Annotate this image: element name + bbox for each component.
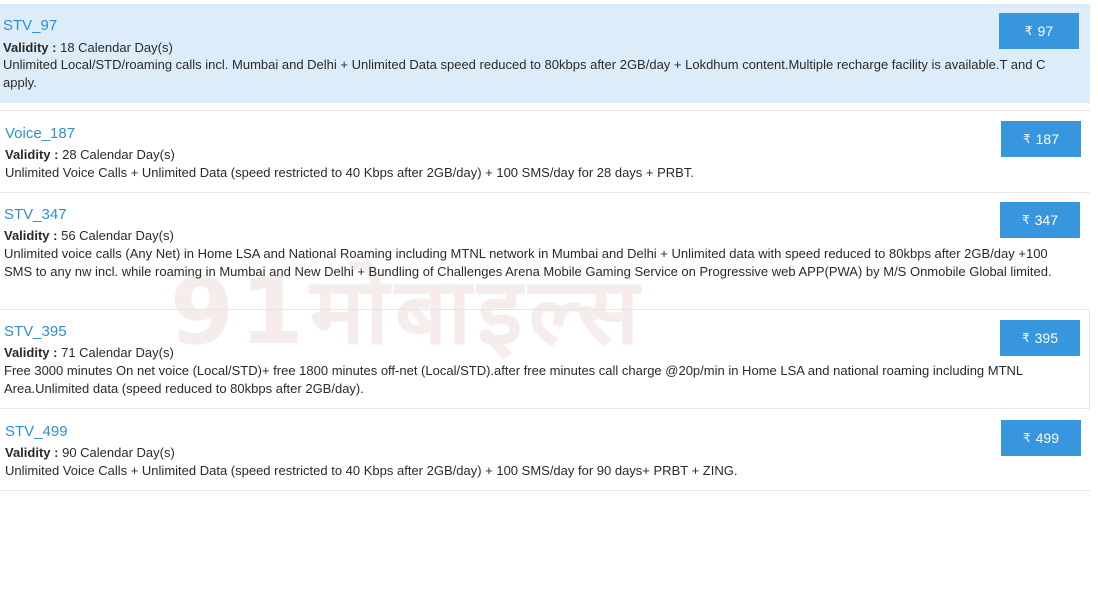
validity-label: Validity : [4, 345, 58, 360]
plan-validity: Validity : 18 Calendar Day(s) [3, 40, 173, 55]
plan-description: Unlimited Local/STD/roaming calls incl. … [3, 57, 1046, 90]
price-value: 97 [1037, 23, 1054, 39]
plan-validity: Validity : 28 Calendar Day(s) [5, 147, 175, 162]
validity-value: 90 Calendar Day(s) [62, 445, 175, 460]
validity-label: Validity : [5, 445, 59, 460]
plan-name-link[interactable]: STV_395 [4, 323, 67, 340]
price-value: 499 [1035, 430, 1059, 446]
plan-name-link[interactable]: Voice_187 [5, 125, 75, 142]
plan-validity: Validity : 71 Calendar Day(s) [4, 345, 174, 360]
rupee-icon: ₹ [1022, 213, 1030, 227]
rupee-icon: ₹ [1024, 24, 1033, 38]
validity-label: Validity : [4, 228, 58, 243]
price-button-395[interactable]: ₹ 395 [1000, 320, 1080, 356]
plan-card-stv-347: STV_347 Validity : 56 Calendar Day(s) Un… [0, 193, 1090, 310]
validity-label: Validity : [5, 147, 59, 162]
price-value: 395 [1034, 330, 1058, 346]
validity-label: Validity : [3, 40, 57, 55]
price-value: 347 [1034, 212, 1058, 228]
price-button-499[interactable]: ₹ 499 [1001, 420, 1081, 456]
plan-name-link[interactable]: STV_97 [3, 17, 57, 34]
validity-value: 28 Calendar Day(s) [62, 147, 175, 162]
plan-description: Unlimited Voice Calls + Unlimited Data (… [5, 463, 738, 478]
plan-card-stv-499: STV_499 Validity : 90 Calendar Day(s) Un… [0, 409, 1090, 491]
price-value: 187 [1035, 131, 1059, 147]
price-button-347[interactable]: ₹ 347 [1000, 202, 1080, 238]
plan-card-stv-395: STV_395 Validity : 71 Calendar Day(s) Fr… [0, 310, 1090, 409]
plan-name-link[interactable]: STV_347 [4, 206, 67, 223]
plan-validity: Validity : 90 Calendar Day(s) [5, 445, 175, 460]
plan-name-link[interactable]: STV_499 [5, 423, 68, 440]
rupee-icon: ₹ [1023, 431, 1031, 445]
price-button-97[interactable]: ₹ 97 [999, 13, 1079, 49]
rupee-icon: ₹ [1022, 331, 1030, 345]
rupee-icon: ₹ [1023, 132, 1031, 146]
plan-description: Free 3000 minutes On net voice (Local/ST… [4, 363, 1023, 396]
validity-value: 18 Calendar Day(s) [60, 40, 173, 55]
plan-card-stv-97: STV_97 Validity : 18 Calendar Day(s) Unl… [0, 4, 1090, 103]
validity-value: 71 Calendar Day(s) [61, 345, 174, 360]
plan-description: Unlimited Voice Calls + Unlimited Data (… [5, 165, 694, 180]
plan-validity: Validity : 56 Calendar Day(s) [4, 228, 174, 243]
price-button-187[interactable]: ₹ 187 [1001, 121, 1081, 157]
plan-card-voice-187: Voice_187 Validity : 28 Calendar Day(s) … [0, 110, 1090, 193]
validity-value: 56 Calendar Day(s) [61, 228, 174, 243]
plan-description: Unlimited voice calls (Any Net) in Home … [4, 246, 1052, 279]
